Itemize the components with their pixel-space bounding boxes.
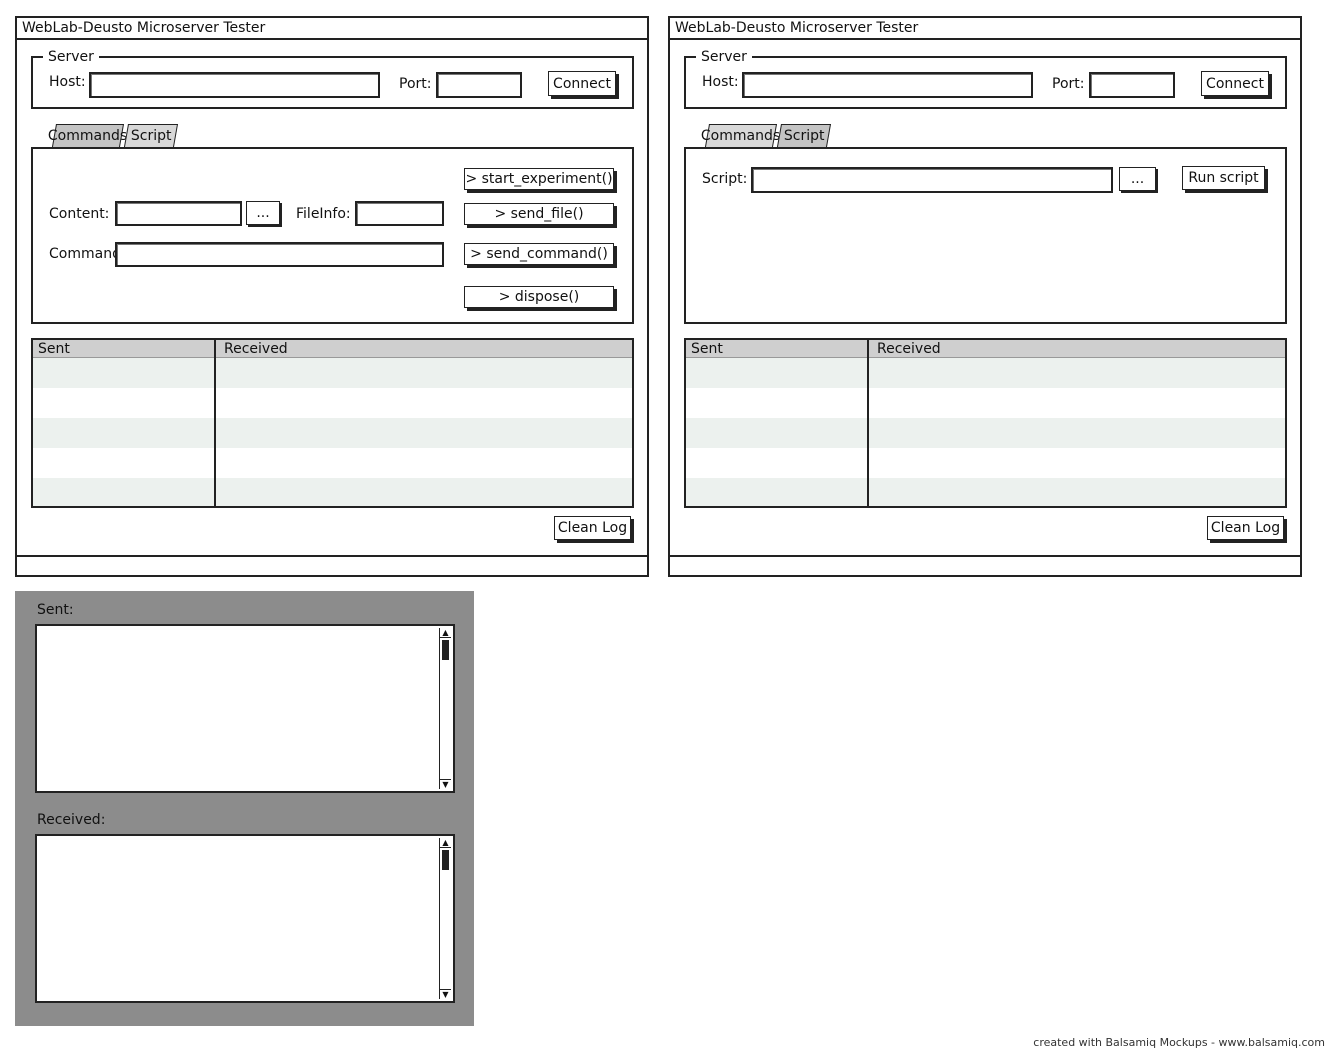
table-row[interactable] [686, 388, 1285, 418]
received-scrollbar[interactable]: ▲ ▼ [439, 838, 451, 999]
left-window: WebLab-Deusto Microserver Tester Server … [15, 16, 649, 577]
server-legend: Server [696, 50, 752, 64]
log-grid-header: Sent Received [686, 340, 1285, 358]
commands-panel: Content: ... FileInfo: Command: > start_… [31, 147, 634, 324]
message-detail-panel: Sent: ▲ ▼ Received: ▲ ▼ [15, 591, 474, 1026]
dispose-button[interactable]: > dispose() [464, 286, 614, 308]
table-row[interactable] [33, 448, 632, 478]
tab-commands[interactable]: Commands [701, 124, 781, 147]
scroll-up-icon[interactable]: ▲ [440, 628, 451, 638]
table-row[interactable] [686, 478, 1285, 506]
table-row[interactable] [33, 478, 632, 506]
port-label: Port: [399, 76, 432, 92]
host-input[interactable] [89, 72, 380, 98]
sent-textarea[interactable]: ▲ ▼ [35, 624, 455, 793]
script-label: Script: [702, 171, 748, 187]
send-file-button[interactable]: > send_file() [464, 203, 614, 225]
host-label: Host: [49, 74, 86, 90]
status-bar [670, 555, 1300, 575]
table-row[interactable] [33, 388, 632, 418]
log-grid[interactable]: Sent Received [684, 338, 1287, 508]
server-legend: Server [43, 50, 99, 64]
tab-script[interactable]: Script [776, 124, 832, 147]
table-row[interactable] [33, 418, 632, 448]
clean-log-button[interactable]: Clean Log [1207, 516, 1284, 540]
content-browse-button[interactable]: ... [246, 201, 280, 225]
host-input[interactable] [742, 72, 1033, 98]
status-bar [17, 555, 647, 575]
received-label: Received: [37, 812, 106, 828]
received-textarea[interactable]: ▲ ▼ [35, 834, 455, 1003]
tab-script[interactable]: Script [123, 124, 179, 147]
column-header-sent[interactable]: Sent [38, 341, 70, 357]
send-command-button[interactable]: > send_command() [464, 243, 614, 265]
scroll-thumb[interactable] [442, 850, 449, 870]
table-row[interactable] [686, 418, 1285, 448]
column-divider[interactable] [214, 340, 216, 506]
column-divider[interactable] [867, 340, 869, 506]
fileinfo-label: FileInfo: [296, 206, 351, 222]
column-header-sent[interactable]: Sent [691, 341, 723, 357]
script-panel: Script: ... Run script [684, 147, 1287, 324]
connect-button[interactable]: Connect [548, 71, 616, 96]
connect-button[interactable]: Connect [1201, 71, 1269, 96]
scroll-thumb[interactable] [442, 640, 449, 660]
script-browse-button[interactable]: ... [1119, 167, 1156, 191]
table-row[interactable] [686, 358, 1285, 388]
port-input[interactable] [1089, 72, 1175, 98]
script-input[interactable] [751, 167, 1113, 193]
log-grid-header: Sent Received [33, 340, 632, 358]
content-label: Content: [49, 206, 110, 222]
port-label: Port: [1052, 76, 1085, 92]
column-header-received[interactable]: Received [224, 341, 288, 357]
table-row[interactable] [686, 448, 1285, 478]
server-fieldset: Server Host: Port: Connect [684, 50, 1287, 109]
clean-log-button[interactable]: Clean Log [554, 516, 631, 540]
sent-scrollbar[interactable]: ▲ ▼ [439, 628, 451, 789]
server-fieldset: Server Host: Port: Connect [31, 50, 634, 109]
tab-commands[interactable]: Commands [48, 124, 128, 147]
fileinfo-input[interactable] [355, 201, 444, 226]
window-title: WebLab-Deusto Microserver Tester [670, 18, 1300, 40]
command-input[interactable] [115, 242, 444, 267]
right-window: WebLab-Deusto Microserver Tester Server … [668, 16, 1302, 577]
port-input[interactable] [436, 72, 522, 98]
scroll-up-icon[interactable]: ▲ [440, 838, 451, 848]
sent-label: Sent: [37, 602, 74, 618]
scroll-down-icon[interactable]: ▼ [440, 779, 451, 789]
host-label: Host: [702, 74, 739, 90]
window-title: WebLab-Deusto Microserver Tester [17, 18, 647, 40]
table-row[interactable] [33, 358, 632, 388]
start-experiment-button[interactable]: > start_experiment() [464, 168, 614, 190]
scroll-down-icon[interactable]: ▼ [440, 989, 451, 999]
run-script-button[interactable]: Run script [1182, 166, 1265, 190]
column-header-received[interactable]: Received [877, 341, 941, 357]
content-input[interactable] [115, 201, 242, 226]
log-grid[interactable]: Sent Received [31, 338, 634, 508]
balsamiq-credit: created with Balsamiq Mockups - www.bals… [1033, 1036, 1325, 1049]
